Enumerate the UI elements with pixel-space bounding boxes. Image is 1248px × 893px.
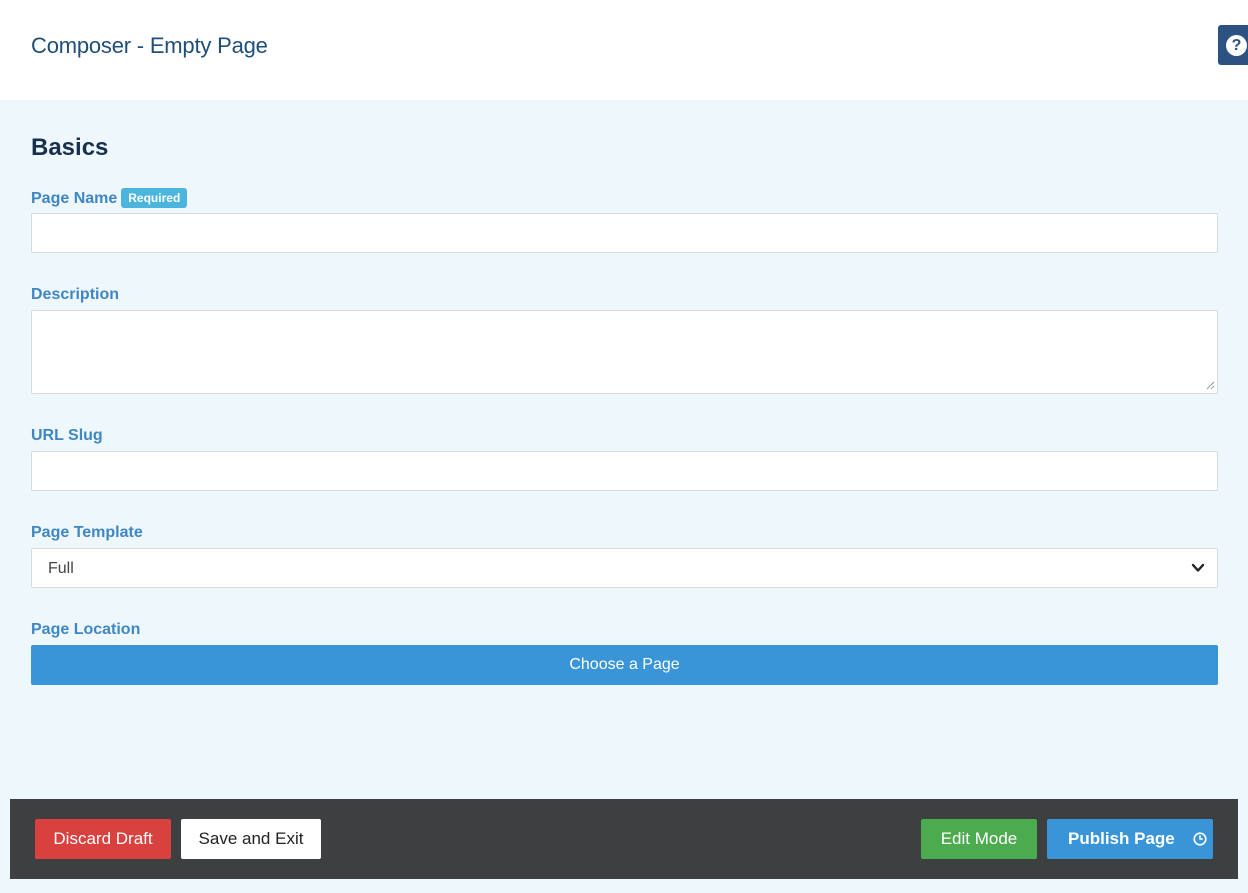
clock-icon[interactable] <box>1193 832 1207 846</box>
footer-toolbar: Discard Draft Save and Exit Edit Mode Pu… <box>10 799 1238 879</box>
page-name-label: Page Name Required <box>31 188 188 208</box>
url-slug-input[interactable] <box>31 451 1218 491</box>
description-textarea[interactable] <box>31 310 1218 394</box>
edit-mode-button[interactable]: Edit Mode <box>921 819 1037 859</box>
discard-draft-button[interactable]: Discard Draft <box>35 819 171 859</box>
composer-form: Basics Page Name Required Description URL… <box>0 100 1248 893</box>
chevron-down-icon <box>1191 563 1205 572</box>
save-and-exit-button[interactable]: Save and Exit <box>181 819 321 859</box>
required-badge: Required <box>121 188 188 208</box>
resize-grip-icon[interactable] <box>1205 380 1215 390</box>
header: Composer - Empty Page ? <box>0 0 1248 100</box>
section-title: Basics <box>31 134 109 161</box>
url-slug-label: URL Slug <box>31 427 103 444</box>
choose-page-button[interactable]: Choose a Page <box>31 645 1218 685</box>
page-template-label: Page Template <box>31 524 143 541</box>
page-template-select[interactable]: Full <box>31 548 1218 588</box>
publish-page-button[interactable]: Publish Page <box>1047 819 1213 859</box>
page-template-value: Full <box>48 560 74 577</box>
page-location-label: Page Location <box>31 621 141 638</box>
page-name-input[interactable] <box>31 213 1218 253</box>
page-title: Composer - Empty Page <box>31 33 268 58</box>
publish-page-label: Publish Page <box>1068 829 1175 848</box>
description-label: Description <box>31 286 120 303</box>
page-name-label-text: Page Name <box>31 190 118 207</box>
help-button[interactable]: ? <box>1218 25 1248 65</box>
question-circle-icon: ? <box>1226 35 1247 56</box>
